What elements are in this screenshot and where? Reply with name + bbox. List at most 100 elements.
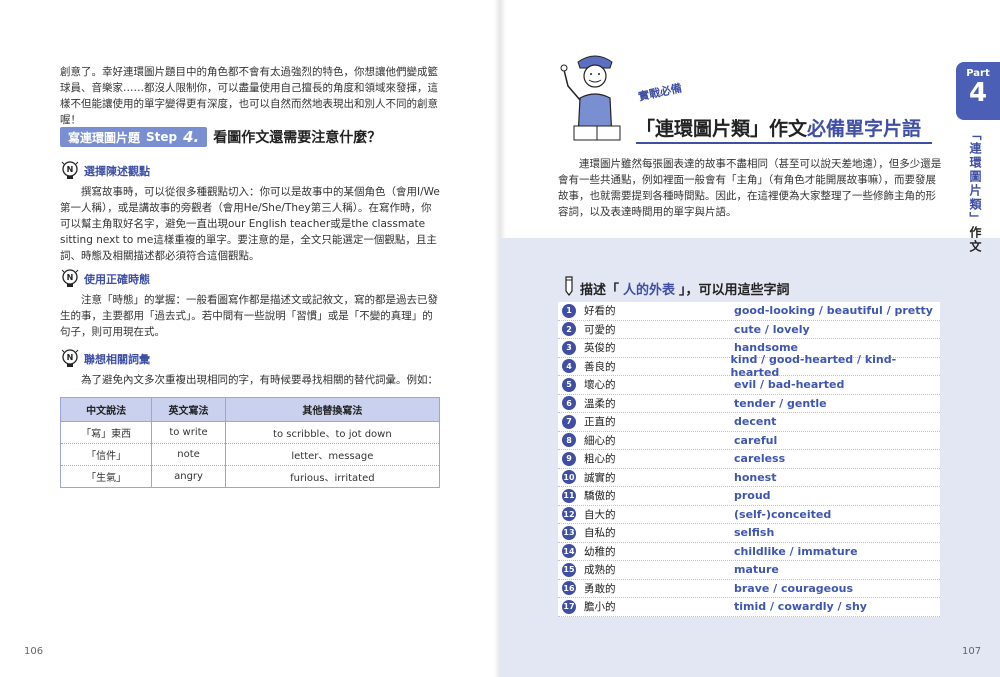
vocab-english: childlike / immature xyxy=(734,544,858,558)
table-cell: note xyxy=(151,443,226,466)
vocab-row: 16 勇敢的 brave / courageous xyxy=(558,579,940,598)
item-number-badge: 5 xyxy=(562,377,576,392)
item-number-badge: 11 xyxy=(562,488,576,503)
table-row: 「信件」 note letter、message xyxy=(59,443,441,466)
item-number-badge: 15 xyxy=(562,562,576,577)
item-number-badge: 6 xyxy=(562,396,576,411)
tip-vocabulary: N 聯想相關詞彙 為了避免內文多次重複出現相同的字，有時候要尋找相關的替代詞彙。… xyxy=(60,348,440,388)
table-cell: to write xyxy=(151,421,226,444)
part-number: 4 xyxy=(968,78,988,108)
tip-title: 聯想相關詞彙 xyxy=(84,353,150,366)
vocab-heading-pre: 描述「 xyxy=(580,282,620,298)
right-intro-paragraph: 連環圖片雖然每張圖表達的故事不盡相同（甚至可以說天差地遠），但多少還是會有一些共… xyxy=(558,158,942,218)
step-badge-text: 寫連環圖片題 xyxy=(68,130,141,145)
lightbulb-icon: N xyxy=(60,348,80,370)
vocab-english: careless xyxy=(734,452,786,466)
table-row: 「生氣」 angry furious、irritated xyxy=(59,465,441,488)
vocab-list: 1 好看的 good-looking / beautiful / pretty 2 可愛… xyxy=(558,302,940,617)
vocab-row: 9 粗心的 careless xyxy=(558,450,940,469)
tip-body: 為了避免內文多次重複出現相同的字，有時候要尋找相關的替代詞彙。例如： xyxy=(81,374,438,386)
vocab-english: mature xyxy=(734,563,779,577)
tip-viewpoint: N 選擇陳述觀點 撰寫故事時，可以從很多種觀點切入：你可以是故事中的某個角色（會… xyxy=(60,160,440,264)
vocab-row: 1 好看的 good-looking / beautiful / pretty xyxy=(558,302,940,321)
tip-title: 使用正確時態 xyxy=(84,273,150,286)
table-header-cell: 中文說法 xyxy=(59,397,153,422)
vocab-english: brave / courageous xyxy=(734,581,854,595)
vocab-row: 7 正直的 decent xyxy=(558,413,940,432)
lightbulb-icon: N xyxy=(60,160,80,182)
vocab-chinese: 英俊的 xyxy=(584,342,616,355)
tip-header: N 選擇陳述觀點 xyxy=(60,160,440,182)
vocab-chinese: 溫柔的 xyxy=(584,397,616,410)
vertical-section-title: 「連環圖片類」作文 xyxy=(966,128,984,254)
item-number-badge: 13 xyxy=(562,525,576,540)
vocab-chinese: 幼稚的 xyxy=(584,545,616,558)
table-cell: angry xyxy=(151,465,226,488)
pencil-icon xyxy=(562,276,576,300)
vocab-chinese: 自私的 xyxy=(584,527,616,540)
item-number-badge: 14 xyxy=(562,544,576,559)
tip-body: 注意「時態」的掌握：一般看圖寫作都是描述文或記敘文，寫的都是過去已發生的事，主要… xyxy=(60,294,438,338)
table-cell: 「寫」東西 xyxy=(59,421,153,444)
vocab-chinese: 勇敢的 xyxy=(584,582,616,595)
tip-title: 選擇陳述觀點 xyxy=(84,165,150,178)
vertical-title-highlight: 「連環圖片類」 xyxy=(968,128,982,226)
page-number-left: 106 xyxy=(24,646,44,657)
vocab-english: timid / cowardly / shy xyxy=(734,600,867,614)
lightbulb-icon: N xyxy=(60,268,80,290)
table-cell: letter、message xyxy=(224,443,441,466)
table-header-row: 中文說法 英文寫法 其他替換寫法 xyxy=(59,397,441,422)
vocab-chinese: 膽小的 xyxy=(584,601,616,614)
vocab-chinese: 粗心的 xyxy=(584,453,616,466)
table-cell: furious、irritated xyxy=(224,465,441,488)
svg-text:N: N xyxy=(67,353,74,362)
vocab-row: 13 自私的 selfish xyxy=(558,524,940,543)
vocab-row: 2 可愛的 cute / lovely xyxy=(558,320,940,339)
page-number-right: 107 xyxy=(962,646,982,657)
vocab-row: 14 幼稚的 childlike / immature xyxy=(558,542,940,561)
synonym-table: 中文說法 英文寫法 其他替換寫法 「寫」東西 to write to scrib… xyxy=(59,397,441,488)
vocab-english: selfish xyxy=(734,526,775,540)
vocab-english: evil / bad-hearted xyxy=(734,378,845,392)
vocab-chinese: 正直的 xyxy=(584,416,616,429)
step-badge: 寫連環圖片題 Step 4. xyxy=(60,127,208,147)
table-cell: 「信件」 xyxy=(59,443,153,466)
vocab-chinese: 成熟的 xyxy=(584,564,616,577)
vocab-chinese: 可愛的 xyxy=(584,323,616,336)
vocab-chinese: 壞心的 xyxy=(584,379,616,392)
vocab-english: honest xyxy=(734,470,777,484)
tip-body: 撰寫故事時，可以從很多種觀點切入：你可以是故事中的某個角色（會用I/We第一人稱… xyxy=(60,186,440,262)
item-number-badge: 7 xyxy=(562,414,576,429)
vocab-english: tender / gentle xyxy=(734,396,827,410)
svg-text:N: N xyxy=(67,165,74,174)
vocab-row: 17 膽小的 timid / cowardly / shy xyxy=(558,598,940,617)
vocab-english: (self-)conceited xyxy=(734,507,832,521)
vocab-english: proud xyxy=(734,489,771,503)
title-underline xyxy=(636,142,932,144)
item-number-badge: 9 xyxy=(562,451,576,466)
vocab-row: 12 自大的 (self-)conceited xyxy=(558,505,940,524)
vocab-english: good-looking / beautiful / pretty xyxy=(734,304,933,318)
step-heading: 寫連環圖片題 Step 4. 看圖作文還需要注意什麼？ xyxy=(60,126,381,148)
item-number-badge: 12 xyxy=(562,507,576,522)
tip-header: N 聯想相關詞彙 xyxy=(60,348,440,370)
left-intro-paragraph: 創意了。幸好連環圖片題目中的角色都不會有太過強烈的特色，你想讓他們變成籃球員、音… xyxy=(60,66,438,126)
vocab-english: decent xyxy=(734,415,777,429)
vocab-row: 15 成熟的 mature xyxy=(558,561,940,580)
item-number-badge: 3 xyxy=(562,340,576,355)
vocab-row: 8 細心的 careful xyxy=(558,431,940,450)
vocab-row: 4 善良的 kind / good-hearted / kind-hearted xyxy=(558,353,940,379)
vocab-heading-post: 」，可以用這些字詞 xyxy=(679,282,790,298)
step-label: Step xyxy=(146,130,178,144)
vocab-chinese: 細心的 xyxy=(584,434,616,447)
vocab-chinese: 自大的 xyxy=(584,508,616,521)
vocab-english: kind / good-hearted / kind-hearted xyxy=(730,353,897,380)
table-cell: 「生氣」 xyxy=(59,465,153,488)
vocab-chinese: 誠實的 xyxy=(584,471,616,484)
table-header-cell: 英文寫法 xyxy=(151,397,226,422)
vocab-row: 6 溫柔的 tender / gentle xyxy=(558,394,940,413)
table-cell: to scribble、to jot down xyxy=(224,421,441,444)
title-part-2: 必備單字片語 xyxy=(807,118,922,140)
vocab-heading: 描述「 人的外表 」，可以用這些字詞 xyxy=(562,276,790,300)
vocab-english: careful xyxy=(734,433,778,447)
